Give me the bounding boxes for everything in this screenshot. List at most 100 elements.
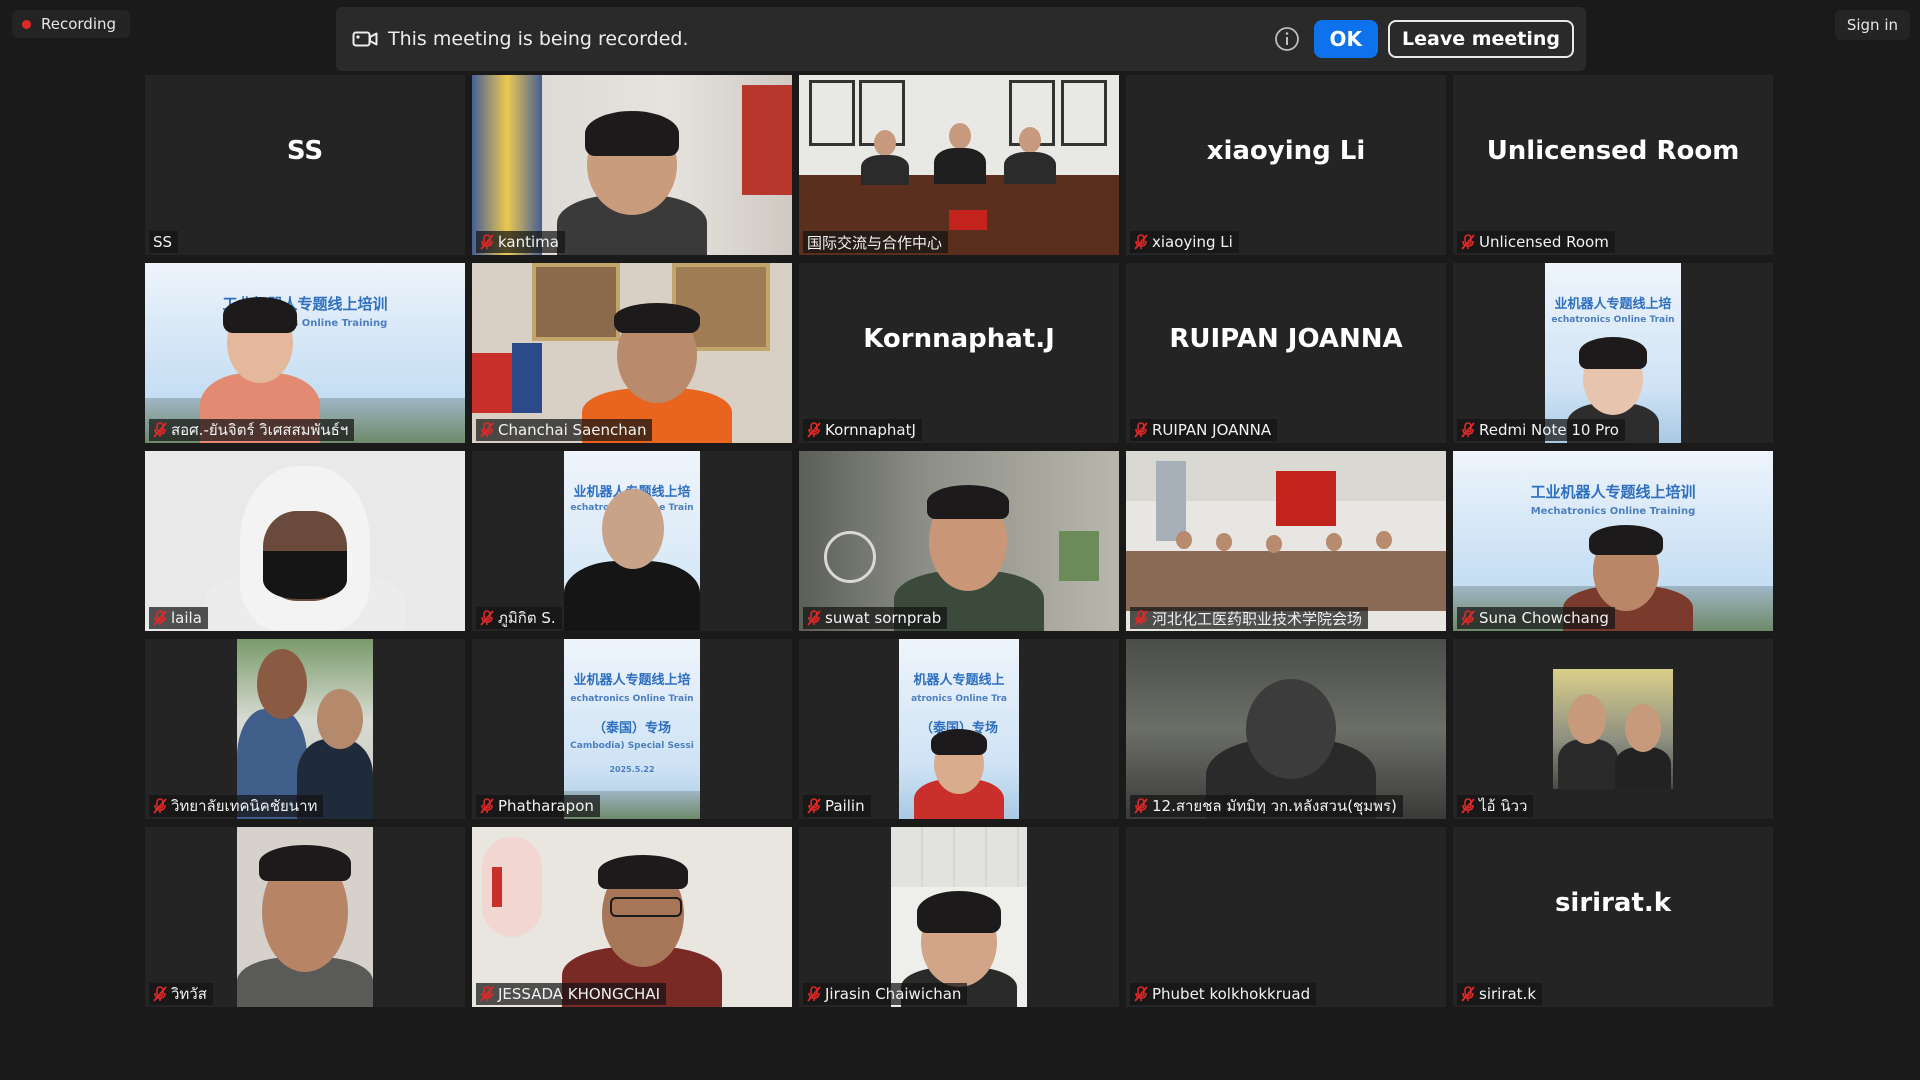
participant-name: xiaoying Li: [1152, 233, 1233, 251]
participant-tile[interactable]: RUIPAN JOANNA RUIPAN JOANNA: [1126, 263, 1446, 443]
participant-tile[interactable]: sirirat.k sirirat.k: [1453, 827, 1773, 1007]
participant-tile-active-speaker[interactable]: 国际交流与合作中心: [799, 75, 1119, 255]
participant-name-label: 国际交流与合作中心: [803, 231, 949, 253]
leave-meeting-button[interactable]: Leave meeting: [1388, 20, 1574, 58]
participant-name-display: RUIPAN JOANNA: [1169, 324, 1403, 354]
participant-video: 业机器人专题线上培 echatronics Online Train （泰国）专…: [564, 639, 700, 819]
promo-date: 2025.5.22: [609, 765, 655, 774]
participant-tile[interactable]: Kornnaphat.J KornnaphatJ: [799, 263, 1119, 443]
participant-tile[interactable]: Chanchai Saenchan: [472, 263, 792, 443]
participant-tile[interactable]: Unlicensed Room Unlicensed Room: [1453, 75, 1773, 255]
participant-tile[interactable]: xiaoying Li xiaoying Li: [1126, 75, 1446, 255]
participant-name: ไอ้ นิวว: [1479, 797, 1528, 815]
recording-notice-banner: This meeting is being recorded. OK Leave…: [336, 7, 1586, 71]
mic-muted-icon: [807, 798, 821, 814]
participant-video: 业机器人专题线上培 echatronics Online Train: [564, 451, 700, 631]
participant-name-label: Redmi Note 10 Pro: [1457, 419, 1625, 441]
participant-name-label: Pailin: [803, 795, 871, 817]
participant-tile[interactable]: suwat sornprab: [799, 451, 1119, 631]
mic-muted-icon: [1134, 986, 1148, 1002]
promo-subtitle: Mechatronics Online Training: [1530, 506, 1696, 517]
video-camera-icon: [352, 31, 378, 47]
participant-tile[interactable]: Jirasin Chaiwichan: [799, 827, 1119, 1007]
participant-tile[interactable]: SS SS: [145, 75, 465, 255]
participant-video: [145, 451, 465, 631]
participant-name: kantima: [498, 233, 559, 251]
participant-name-label: Phubet kolkhokkruad: [1130, 983, 1317, 1005]
participant-name: Phatharapon: [498, 797, 594, 815]
participant-video: 工业机器人专题线上培训 Mechatronics Online Training: [1453, 451, 1773, 631]
participant-name: suwat sornprab: [825, 609, 942, 627]
participant-video: [1553, 669, 1673, 789]
participant-name-label: sirirat.k: [1457, 983, 1543, 1005]
record-dot-icon: [22, 19, 31, 29]
participant-video: [1126, 451, 1446, 631]
mic-muted-icon: [1134, 422, 1148, 438]
participant-tile[interactable]: วิทยาลัยเทคนิคชัยนาท: [145, 639, 465, 819]
participant-name-label: xiaoying Li: [1130, 231, 1239, 253]
info-icon[interactable]: [1274, 26, 1300, 52]
participant-video: [472, 263, 792, 443]
participant-tile[interactable]: 河北化工医药职业技术学院会场: [1126, 451, 1446, 631]
participant-name: KornnaphatJ: [825, 421, 916, 439]
participant-tile[interactable]: 工业机器人专题线上培训 Mechatronics Online Training…: [1453, 451, 1773, 631]
participant-name-label: 12.สายชล มัทมิทฺ วก.หลังสวน(ชุมพร): [1130, 795, 1403, 817]
mic-muted-icon: [480, 986, 494, 1002]
participant-name: RUIPAN JOANNA: [1152, 421, 1272, 439]
participant-name-label: Unlicensed Room: [1457, 231, 1615, 253]
participant-name-label: วิทวัส: [149, 983, 213, 1005]
mic-muted-icon: [807, 986, 821, 1002]
participant-name: sirirat.k: [1479, 985, 1537, 1003]
participant-name-label: Suna Chowchang: [1457, 607, 1615, 629]
participant-name: JESSADA KHONGCHAI: [498, 985, 661, 1003]
participant-video: [472, 827, 792, 1007]
participant-name: Phubet kolkhokkruad: [1152, 985, 1311, 1003]
participant-tile[interactable]: Phubet kolkhokkruad: [1126, 827, 1446, 1007]
participant-name-label: 河北化工医药职业技术学院会场: [1130, 607, 1369, 629]
mic-muted-icon: [153, 422, 167, 438]
participant-video: [237, 639, 373, 819]
participant-tile[interactable]: JESSADA KHONGCHAI: [472, 827, 792, 1007]
promo-line3: （泰国）专场: [592, 721, 671, 736]
sign-in-button[interactable]: Sign in: [1834, 10, 1910, 40]
participant-tile[interactable]: 12.สายชล มัทมิทฺ วก.หลังสวน(ชุมพร): [1126, 639, 1446, 819]
participant-name: 12.สายชล มัทมิทฺ วก.หลังสวน(ชุมพร): [1152, 797, 1397, 815]
participant-video: [891, 827, 1027, 1007]
participant-name-label: RUIPAN JOANNA: [1130, 419, 1278, 441]
participant-name-label: สอศ.-ยันจิตร์ วิเศสสมพันธ์ฯ: [149, 419, 355, 441]
participant-name: Jirasin Chaiwichan: [825, 985, 962, 1003]
participant-name-label: KornnaphatJ: [803, 419, 922, 441]
participant-name: Unlicensed Room: [1479, 233, 1609, 251]
participant-tile[interactable]: 业机器人专题线上培 echatronics Online Train （泰国）专…: [472, 639, 792, 819]
participant-tile[interactable]: ไอ้ นิวว: [1453, 639, 1773, 819]
participant-name: SS: [153, 233, 173, 251]
participant-video: [799, 75, 1119, 255]
ok-button[interactable]: OK: [1313, 20, 1378, 58]
participant-name: วิทวัส: [171, 985, 207, 1003]
participant-tile[interactable]: 业机器人专题线上培 echatronics Online Train Redmi…: [1453, 263, 1773, 443]
mic-muted-icon: [807, 610, 821, 626]
participant-tile[interactable]: 机器人专题线上 atronics Online Tra （泰国）专场 Paili…: [799, 639, 1119, 819]
participant-name: 国际交流与合作中心: [807, 233, 943, 252]
mic-muted-icon: [480, 610, 494, 626]
gallery-view: SS SS kantima 国际交流与合作中心 xiaoying Li xiao…: [145, 75, 1773, 1007]
mic-muted-icon: [153, 798, 167, 814]
participant-name: Suna Chowchang: [1479, 609, 1609, 627]
participant-tile[interactable]: วิทวัส: [145, 827, 465, 1007]
mic-muted-icon: [480, 234, 494, 250]
promo-subtitle: Mechatronics Online Training: [222, 318, 388, 329]
participant-name: Chanchai Saenchan: [498, 421, 647, 439]
mic-muted-icon: [153, 610, 167, 626]
recording-indicator[interactable]: Recording: [12, 10, 131, 38]
zoom-meeting-window: Recording Sign in This meeting is being …: [0, 0, 1920, 1080]
participant-name-label: suwat sornprab: [803, 607, 948, 629]
participant-tile[interactable]: laila: [145, 451, 465, 631]
participant-name: Pailin: [825, 797, 865, 815]
participant-tile[interactable]: 业机器人专题线上培 echatronics Online Train ภูมิก…: [472, 451, 792, 631]
mic-muted-icon: [1461, 422, 1475, 438]
participant-tile[interactable]: 工业机器人专题线上培训 Mechatronics Online Training…: [145, 263, 465, 443]
participant-name-label: วิทยาลัยเทคนิคชัยนาท: [149, 795, 324, 817]
promo-title: 工业机器人专题线上培训: [1530, 483, 1696, 501]
participant-tile[interactable]: kantima: [472, 75, 792, 255]
recording-label: Recording: [41, 15, 117, 33]
